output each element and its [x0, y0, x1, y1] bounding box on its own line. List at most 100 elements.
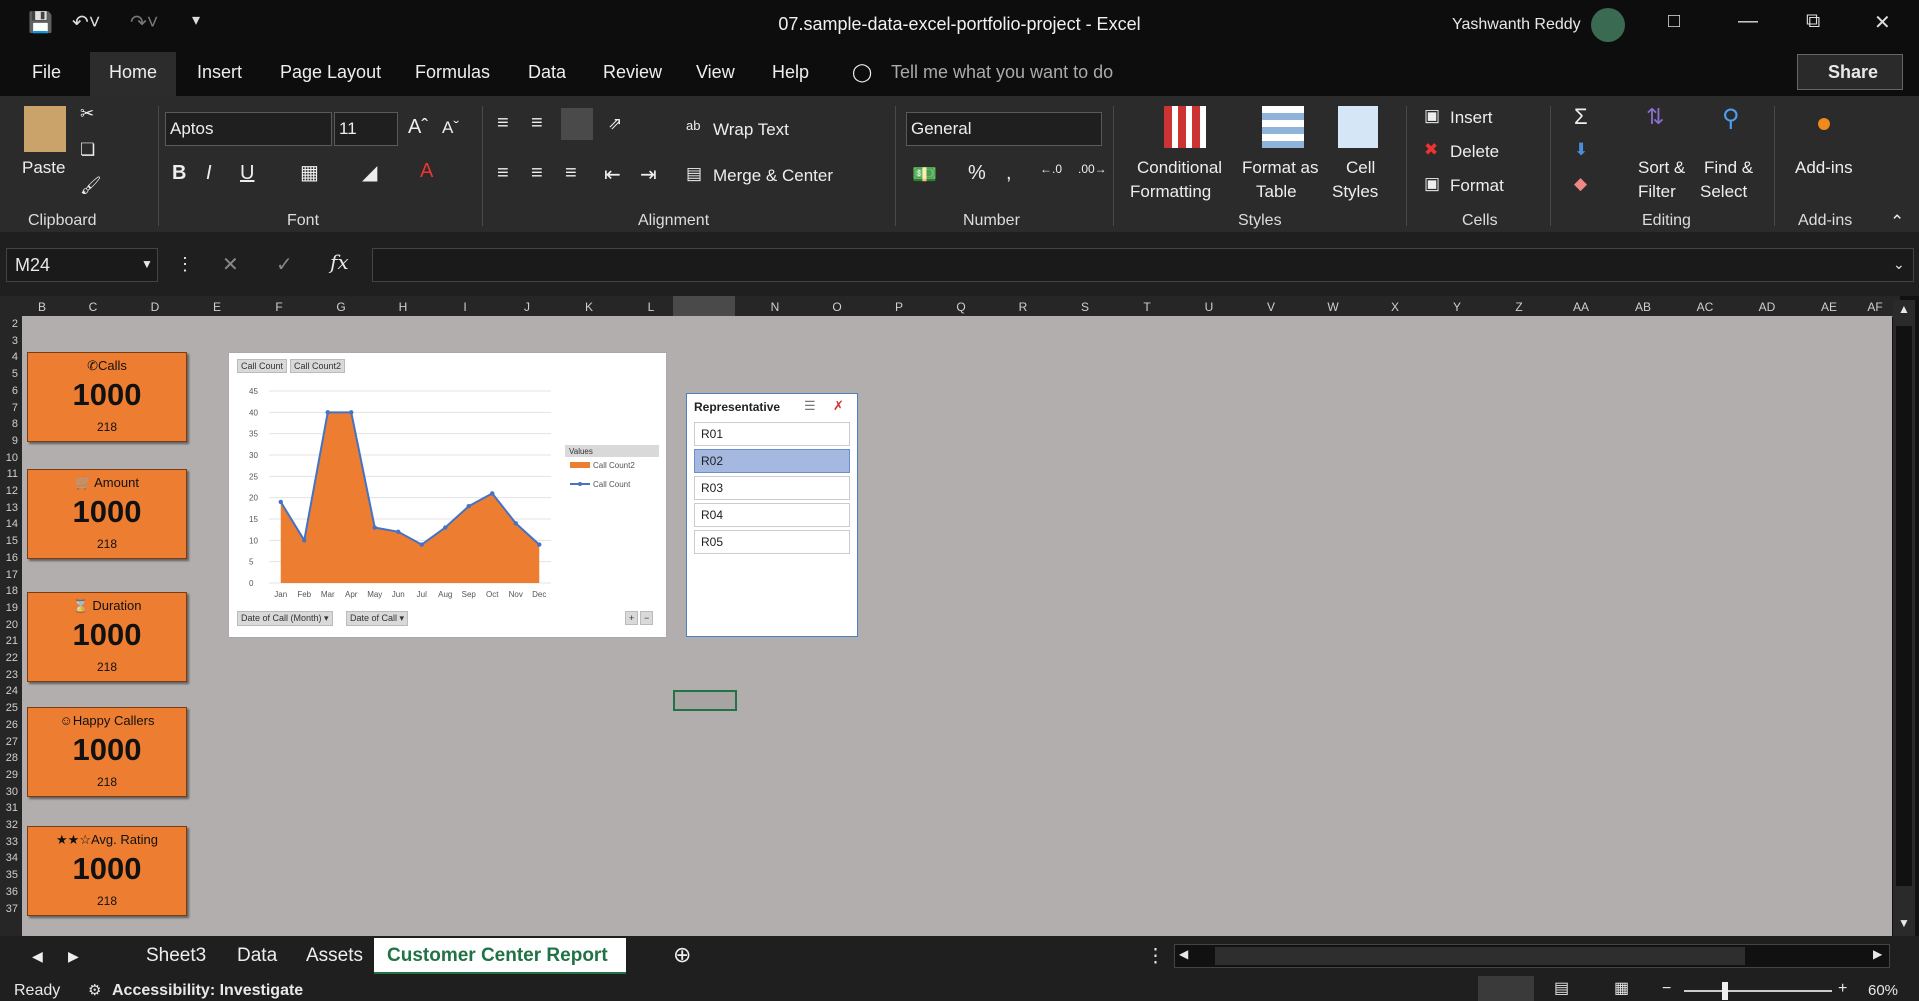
sheet-tab[interactable]: Sheet3 [146, 945, 206, 967]
row-header[interactable]: 16 [0, 552, 18, 564]
format-cells-button[interactable]: Format [1450, 176, 1504, 196]
row-header[interactable]: 34 [0, 852, 18, 864]
zoom-slider[interactable] [1684, 990, 1832, 992]
row-header[interactable]: 8 [0, 418, 18, 430]
clear-filter-icon[interactable]: ✗ [833, 398, 844, 414]
horizontal-scrollbar[interactable]: ◀ ▶ [1174, 944, 1890, 968]
borders-icon[interactable]: ▦ [300, 160, 319, 185]
pivot-chart[interactable]: Call Count Call Count2 0 5 10 15 20 25 30 35 40 4… [228, 352, 667, 638]
column-header[interactable]: W [1302, 300, 1364, 314]
bottom-align-icon[interactable] [561, 108, 593, 140]
fill-icon[interactable]: ⬇ [1574, 140, 1588, 160]
font-size-select[interactable]: 11 [334, 112, 398, 146]
kpi-card-happy-callers[interactable]: ☺Happy Callers 1000 218 [27, 707, 187, 797]
column-header[interactable]: S [1054, 300, 1116, 314]
column-header[interactable]: F [248, 300, 310, 314]
align-right-icon[interactable]: ≡ [565, 162, 577, 185]
column-header[interactable]: I [434, 300, 496, 314]
tab-review[interactable]: Review [603, 62, 662, 83]
format-as-table-line2[interactable]: Table [1256, 182, 1297, 202]
name-box[interactable]: M24 ▼ [6, 248, 158, 282]
column-header[interactable]: X [1364, 300, 1426, 314]
conditional-formatting-icon[interactable] [1164, 106, 1206, 148]
zoom-slider-thumb[interactable] [1722, 982, 1728, 1000]
sort-filter-line2[interactable]: Filter [1638, 182, 1676, 202]
row-header[interactable]: 17 [0, 569, 18, 581]
tab-help[interactable]: Help [772, 62, 809, 83]
column-header[interactable]: AC [1674, 300, 1736, 314]
bold-icon[interactable]: B [172, 162, 186, 185]
align-left-icon[interactable]: ≡ [497, 162, 509, 185]
column-header[interactable]: K [558, 300, 620, 314]
expand-formula-icon[interactable]: ⌄ [1893, 256, 1905, 273]
scroll-up-icon[interactable]: ▲ [1898, 302, 1910, 316]
row-header[interactable]: 11 [0, 468, 18, 480]
column-header[interactable]: U [1178, 300, 1240, 314]
selected-cell-m24[interactable] [673, 690, 737, 711]
kpi-card-avg-rating[interactable]: ★★☆Avg. Rating 1000 218 [27, 826, 187, 916]
column-header[interactable]: O [806, 300, 868, 314]
cut-icon[interactable]: ✂ [80, 104, 94, 124]
decrease-decimal-icon[interactable]: .00→ [1078, 162, 1107, 176]
delete-cells-button[interactable]: Delete [1450, 142, 1499, 162]
row-header[interactable]: 12 [0, 485, 18, 497]
top-align-icon[interactable]: ≡ [497, 112, 509, 135]
share-button[interactable]: Share [1797, 54, 1903, 90]
column-header[interactable]: Q [930, 300, 992, 314]
autosum-icon[interactable]: Σ [1574, 104, 1588, 130]
fill-color-icon[interactable]: ◢ [362, 160, 377, 185]
row-header[interactable]: 32 [0, 819, 18, 831]
number-format-select[interactable]: General [906, 112, 1102, 146]
collapse-ribbon-icon[interactable]: ⌃ [1890, 212, 1904, 232]
format-as-table-line1[interactable]: Format as [1242, 158, 1319, 178]
horizontal-scroll-thumb[interactable] [1215, 947, 1745, 965]
row-header[interactable]: 37 [0, 903, 18, 915]
row-header[interactable]: 18 [0, 585, 18, 597]
align-center-icon[interactable]: ≡ [531, 162, 543, 185]
row-header[interactable]: 9 [0, 435, 18, 447]
find-select-line2[interactable]: Select [1700, 182, 1747, 202]
slicer-item-selected[interactable]: R02 [694, 449, 850, 473]
clear-icon[interactable]: ◆ [1574, 174, 1587, 194]
column-header[interactable]: AD [1736, 300, 1798, 314]
column-header[interactable]: G [310, 300, 372, 314]
collapse-field-icon[interactable]: − [640, 611, 654, 625]
ribbon-display-icon[interactable]: □ [1668, 10, 1680, 33]
row-header[interactable]: 27 [0, 736, 18, 748]
column-header[interactable]: B [22, 300, 62, 314]
row-header[interactable]: 2 [0, 318, 18, 330]
find-select-icon[interactable]: ⚲ [1722, 104, 1740, 133]
merge-center-button[interactable]: Merge & Center [713, 166, 833, 186]
pivot-axis-button[interactable]: Date of Call (Month) ▾ [237, 611, 333, 626]
column-header[interactable]: AB [1612, 300, 1674, 314]
tab-home[interactable]: Home [109, 62, 157, 83]
cell-styles-line1[interactable]: Cell [1346, 158, 1375, 178]
row-header[interactable]: 15 [0, 535, 18, 547]
row-header[interactable]: 25 [0, 702, 18, 714]
column-header[interactable]: T [1116, 300, 1178, 314]
expand-field-icon[interactable]: + [625, 611, 639, 625]
column-header[interactable]: AF [1860, 300, 1890, 314]
prev-sheet-icon[interactable]: ◀ [32, 948, 43, 965]
row-header[interactable]: 29 [0, 769, 18, 781]
sort-filter-line1[interactable]: Sort & [1638, 158, 1685, 178]
addins-button[interactable]: Add-ins [1795, 158, 1853, 178]
font-name-select[interactable]: Aptos [165, 112, 332, 146]
tab-formulas[interactable]: Formulas [415, 62, 490, 83]
row-header[interactable]: 24 [0, 685, 18, 697]
column-header[interactable]: Y [1426, 300, 1488, 314]
row-header[interactable]: 7 [0, 402, 18, 414]
page-layout-view-icon[interactable]: ▤ [1554, 978, 1569, 998]
restore-icon[interactable]: ⧉ [1806, 10, 1820, 33]
slicer-item[interactable]: R04 [694, 503, 850, 527]
sheet-tab-active[interactable]: Customer Center Report [374, 938, 626, 975]
cell-styles-line2[interactable]: Styles [1332, 182, 1378, 202]
slicer-item[interactable]: R05 [694, 530, 850, 554]
row-header[interactable]: 33 [0, 836, 18, 848]
cancel-entry-icon[interactable]: ✕ [222, 252, 239, 277]
slicer-item[interactable]: R01 [694, 422, 850, 446]
confirm-entry-icon[interactable]: ✓ [276, 252, 293, 277]
tab-insert[interactable]: Insert [197, 62, 242, 83]
sort-filter-icon[interactable]: ⇅ [1646, 104, 1664, 130]
paste-button[interactable]: Paste [22, 158, 65, 178]
